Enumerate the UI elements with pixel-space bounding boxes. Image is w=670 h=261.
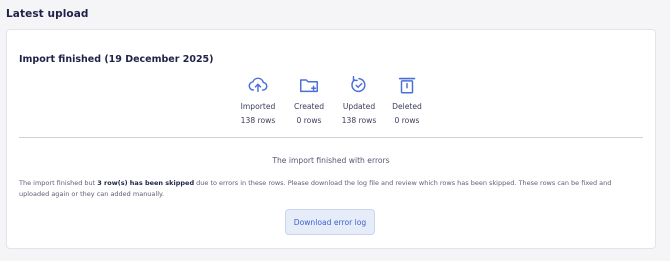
import-summary-card: Import finished (19 December 2025) Impor…	[6, 29, 656, 249]
import-stats: Imported 138 rows Created 0 rows Updated…	[7, 74, 655, 134]
error-message: The import finished but 3 row(s) has bee…	[19, 178, 643, 200]
refresh-icon	[351, 76, 366, 93]
cloud-upload-icon	[248, 77, 268, 93]
folder-plus-icon	[300, 79, 318, 93]
import-title: Import finished (19 December 2025)	[19, 54, 214, 65]
import-status: The import finished with errors	[272, 156, 390, 165]
stat-deleted: Deleted 0 rows	[377, 74, 437, 125]
message-text: The import finished but	[19, 179, 98, 187]
download-error-log-button[interactable]: Download error log	[285, 209, 375, 235]
skipped-rows-highlight: 3 row(s) has been skipped	[97, 179, 195, 187]
stat-label: Deleted	[392, 102, 422, 111]
trash-icon	[398, 77, 416, 94]
stat-value: 0 rows	[394, 116, 420, 125]
section-title: Latest upload	[6, 8, 89, 20]
divider	[19, 137, 643, 138]
